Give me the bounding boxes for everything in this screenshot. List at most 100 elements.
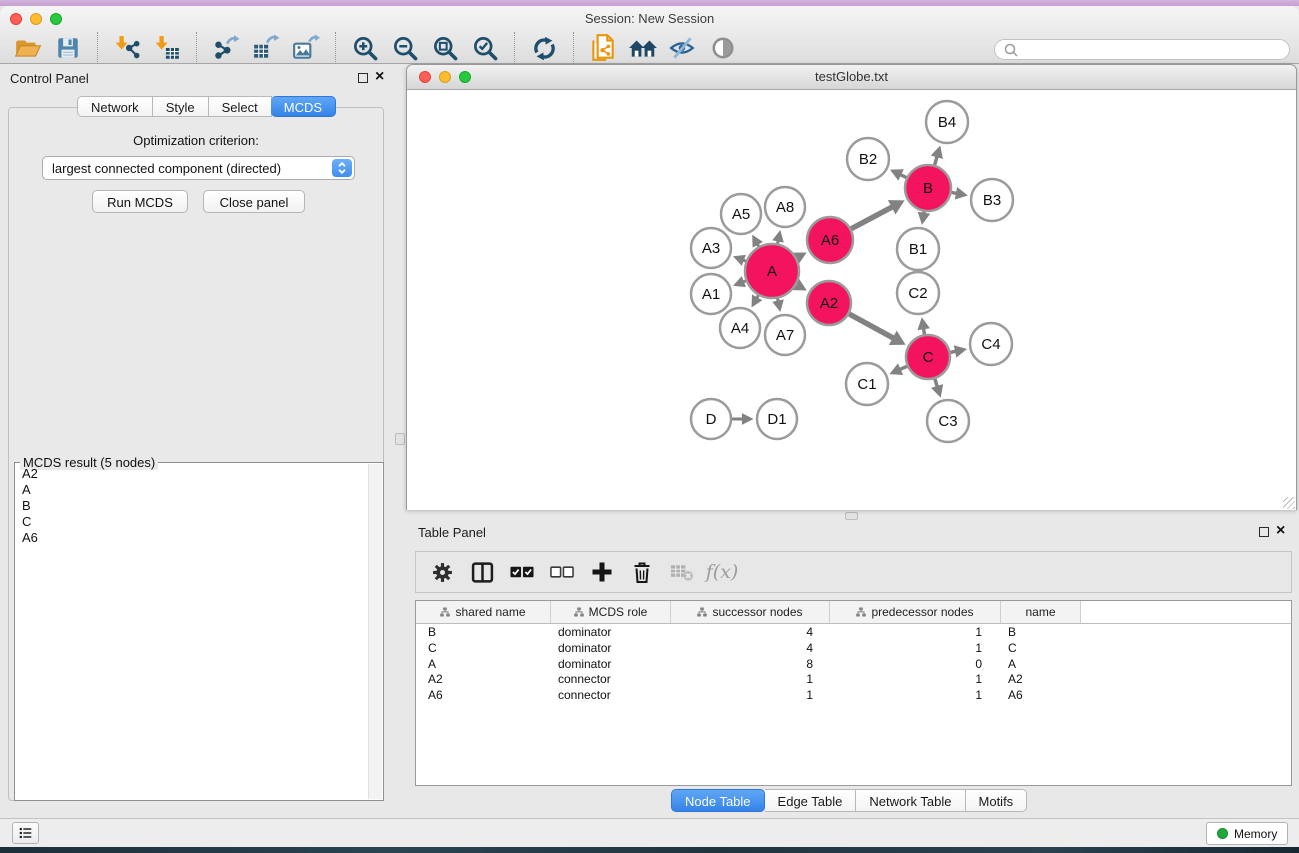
graph-node-A8[interactable]: A8 [765, 187, 805, 227]
column-header-name[interactable]: name [1001, 601, 1081, 623]
vertical-splitter-grip[interactable] [395, 433, 405, 445]
graph-node-D[interactable]: D [691, 399, 731, 439]
graph-node-A3[interactable]: A3 [691, 228, 731, 268]
close-window-button[interactable] [10, 13, 22, 25]
graph-node-B3[interactable]: B3 [971, 179, 1013, 221]
add-row-button[interactable] [590, 560, 614, 584]
graph-node-A4[interactable]: A4 [720, 308, 760, 348]
tab-network-table[interactable]: Network Table [856, 789, 965, 812]
minimize-window-button[interactable] [30, 13, 42, 25]
table-panel-float-icon[interactable] [1259, 527, 1269, 537]
graph-node-C4[interactable]: C4 [970, 323, 1012, 365]
refresh-button[interactable] [527, 33, 561, 63]
column-header-MCDS-role[interactable]: MCDS role [551, 601, 671, 623]
mcds-result-item[interactable]: A6 [16, 530, 367, 546]
mcds-result-item[interactable]: A2 [16, 466, 367, 482]
column-header-shared-name[interactable]: shared name [416, 601, 551, 623]
graph-node-A7[interactable]: A7 [765, 315, 805, 355]
home-button[interactable] [626, 33, 660, 63]
hide-selected-button[interactable] [666, 33, 700, 63]
network-canvas[interactable]: B4 B2 B B3 A8 A5 A6 A3 B1 A A1 C2 A2 A4A7 C4 C C1 D D1 C3 [407, 90, 1296, 510]
graph-node-C[interactable]: C [906, 335, 950, 379]
show-columns-button[interactable] [470, 560, 494, 584]
table-panel-close-icon[interactable]: × [1276, 525, 1285, 537]
show-all-button[interactable] [706, 33, 740, 63]
horizontal-splitter-grip[interactable] [845, 512, 858, 520]
column-header-successor-nodes[interactable]: successor nodes [671, 601, 830, 623]
svg-text:A5: A5 [732, 206, 750, 223]
graph-node-B2[interactable]: B2 [847, 138, 889, 180]
memory-status-dot [1217, 828, 1228, 839]
result-scrollbar[interactable] [368, 464, 382, 799]
annotation-button[interactable] [586, 33, 620, 63]
zoom-selected-button[interactable] [468, 33, 502, 63]
tab-node-table[interactable]: Node Table [671, 789, 765, 812]
export-table-button[interactable] [249, 33, 283, 63]
graph-node-A6[interactable]: A6 [807, 217, 853, 263]
graph-node-B1[interactable]: B1 [897, 228, 939, 270]
import-table-button[interactable] [150, 33, 184, 63]
graph-node-D1[interactable]: D1 [757, 399, 797, 439]
task-history-button[interactable] [12, 822, 39, 844]
mcds-result-item[interactable]: C [16, 514, 367, 530]
mcds-result-item[interactable]: A [16, 482, 367, 498]
tab-mcds[interactable]: MCDS [271, 96, 336, 117]
control-panel-close-icon[interactable]: × [375, 71, 384, 83]
deselect-all-button[interactable] [550, 560, 574, 584]
delete-row-button[interactable] [630, 560, 654, 584]
graph-edge-C-C1 [900, 366, 907, 369]
control-panel-title: Control Panel [10, 71, 89, 86]
table-row[interactable]: A6connector11A6 [416, 688, 1291, 704]
tab-edge-table[interactable]: Edge Table [765, 789, 857, 812]
import-network-button[interactable] [110, 33, 144, 63]
table-row[interactable]: Bdominator41B [416, 625, 1291, 641]
zoom-in-button[interactable] [348, 33, 382, 63]
annotation-document-icon [589, 33, 617, 63]
table-row[interactable]: Adominator80A [416, 657, 1291, 673]
network-graph: B4 B2 B B3 A8 A5 A6 A3 B1 A A1 C2 A2 A4A7 C4 C C1 D D1 C3 [407, 90, 1296, 510]
mcds-result-item[interactable]: B [16, 498, 367, 514]
svg-text:A6: A6 [821, 232, 839, 249]
window-resize-grip[interactable] [1283, 497, 1295, 509]
zoom-out-button[interactable] [388, 33, 422, 63]
zoom-fit-button[interactable] [428, 33, 462, 63]
tab-select[interactable]: Select [209, 96, 272, 117]
tab-style[interactable]: Style [153, 96, 209, 117]
delete-table-button[interactable] [670, 560, 694, 584]
table-row[interactable]: A2connector11A2 [416, 672, 1291, 688]
graph-node-C2[interactable]: C2 [897, 272, 939, 314]
table-row[interactable]: Cdominator41C [416, 641, 1291, 657]
graph-node-A2[interactable]: A2 [807, 281, 851, 325]
table-cell: A2 [1008, 672, 1023, 688]
graph-edge-B-B4 [935, 156, 937, 165]
tab-motifs[interactable]: Motifs [966, 789, 1028, 812]
tab-network[interactable]: Network [77, 96, 153, 117]
memory-button[interactable]: Memory [1206, 822, 1288, 845]
node-table: shared nameMCDS rolesuccessor nodesprede… [415, 600, 1292, 786]
control-panel-float-icon[interactable] [358, 73, 368, 83]
table-settings-button[interactable] [430, 560, 454, 584]
graph-node-C1[interactable]: C1 [846, 363, 888, 405]
window-title: Session: New Session [0, 10, 1299, 28]
graph-node-C3[interactable]: C3 [927, 400, 969, 442]
graph-node-B4[interactable]: B4 [926, 101, 968, 143]
table-cell: 1 [671, 688, 813, 704]
graph-node-A5[interactable]: A5 [721, 194, 761, 234]
select-all-button[interactable] [510, 560, 534, 584]
run-mcds-button[interactable]: Run MCDS [92, 190, 188, 213]
graph-node-B[interactable]: B [905, 165, 951, 211]
zoom-window-button[interactable] [50, 13, 62, 25]
function-builder-button[interactable]: f(x) [710, 560, 734, 584]
graph-node-A1[interactable]: A1 [691, 274, 731, 314]
export-image-button[interactable] [289, 33, 323, 63]
search-input[interactable] [1023, 41, 1289, 59]
close-panel-button[interactable]: Close panel [203, 190, 305, 213]
save-session-button[interactable] [51, 33, 85, 63]
dropdown-value: largest connected component (directed) [43, 161, 332, 176]
column-header-predecessor-nodes[interactable]: predecessor nodes [830, 601, 1001, 623]
optimization-criterion-dropdown[interactable]: largest connected component (directed) [42, 156, 355, 180]
open-file-button[interactable] [11, 33, 45, 63]
export-network-button[interactable] [209, 33, 243, 63]
graph-edge-arrowhead [954, 345, 967, 357]
graph-node-A[interactable]: A [745, 244, 799, 298]
